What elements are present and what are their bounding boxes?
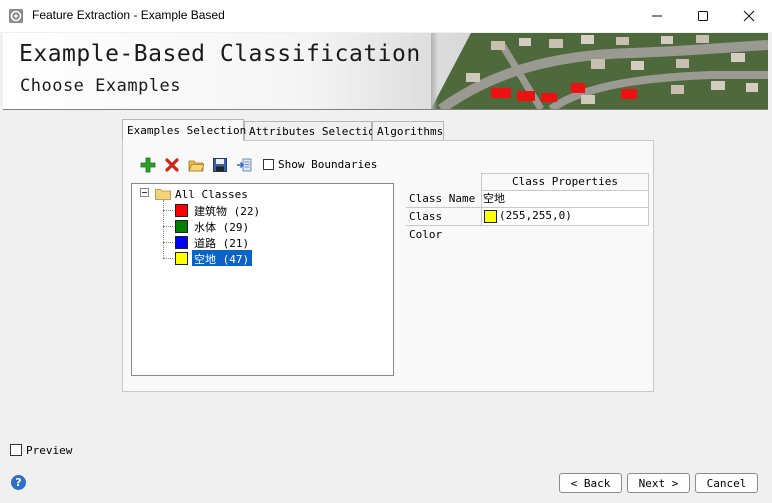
tree-root-label[interactable]: All Classes bbox=[175, 188, 248, 201]
class-color-label: Class Color bbox=[406, 208, 481, 241]
delete-icon[interactable] bbox=[163, 156, 181, 174]
add-icon[interactable] bbox=[139, 156, 157, 174]
class-name-row: Class Name 空地 bbox=[406, 190, 649, 208]
show-boundaries-label: Show Boundaries bbox=[278, 158, 378, 171]
tree-class-label[interactable]: 道路 (21) bbox=[194, 235, 249, 251]
save-icon[interactable] bbox=[211, 156, 229, 174]
banner-subtitle: Choose Examples bbox=[20, 76, 182, 96]
tree-connector bbox=[163, 242, 173, 243]
window-title: Feature Extraction - Example Based bbox=[32, 8, 225, 22]
minimize-button[interactable] bbox=[634, 0, 680, 32]
collapse-toggle[interactable] bbox=[140, 188, 149, 197]
class-color-swatch bbox=[175, 220, 188, 233]
tab-examples-selection[interactable]: Examples Selection bbox=[122, 119, 246, 141]
tree-class-label[interactable]: 水体 (29) bbox=[194, 219, 249, 235]
help-icon[interactable]: ? bbox=[11, 475, 26, 490]
tree-connector bbox=[163, 258, 173, 259]
aerial-image bbox=[431, 33, 768, 109]
tab-attributes-selection[interactable]: Attributes Selection bbox=[244, 121, 381, 140]
cancel-button[interactable]: Cancel bbox=[695, 473, 758, 493]
tab-algorithms[interactable]: Algorithms bbox=[372, 121, 444, 140]
tree-class-label[interactable]: 建筑物 (22) bbox=[194, 203, 260, 219]
wizard-banner: Example-Based Classification Choose Exam… bbox=[3, 33, 768, 110]
class-color-swatch bbox=[175, 204, 188, 217]
close-button[interactable] bbox=[726, 0, 772, 32]
properties-header: Class Properties bbox=[481, 173, 649, 190]
preview-checkbox[interactable] bbox=[10, 444, 22, 456]
show-boundaries-checkbox[interactable] bbox=[263, 159, 274, 170]
class-color-swatch bbox=[175, 252, 188, 265]
class-color-swatch bbox=[175, 236, 188, 249]
class-name-field[interactable]: 空地 bbox=[481, 190, 649, 208]
tree-connector bbox=[163, 210, 173, 211]
banner-title: Example-Based Classification bbox=[19, 41, 421, 67]
tree-class-label-selected[interactable]: 空地 (47) bbox=[194, 251, 249, 267]
class-name-label: Class Name bbox=[406, 190, 481, 208]
class-color-swatch bbox=[484, 210, 497, 223]
import-icon[interactable] bbox=[235, 156, 253, 174]
tree-connector bbox=[163, 200, 164, 258]
tree-connector bbox=[163, 226, 173, 227]
class-tree[interactable] bbox=[131, 183, 394, 376]
class-color-value: (255,255,0) bbox=[499, 209, 572, 222]
class-color-field[interactable]: (255,255,0) bbox=[481, 208, 649, 226]
back-button[interactable]: < Back bbox=[559, 473, 622, 493]
open-folder-icon[interactable] bbox=[187, 156, 205, 174]
preview-label: Preview bbox=[26, 444, 73, 457]
class-color-row: Class Color (255,255,0) bbox=[406, 208, 649, 241]
app-icon bbox=[8, 8, 24, 24]
next-button[interactable]: Next > bbox=[627, 473, 690, 493]
maximize-button[interactable] bbox=[680, 0, 726, 32]
